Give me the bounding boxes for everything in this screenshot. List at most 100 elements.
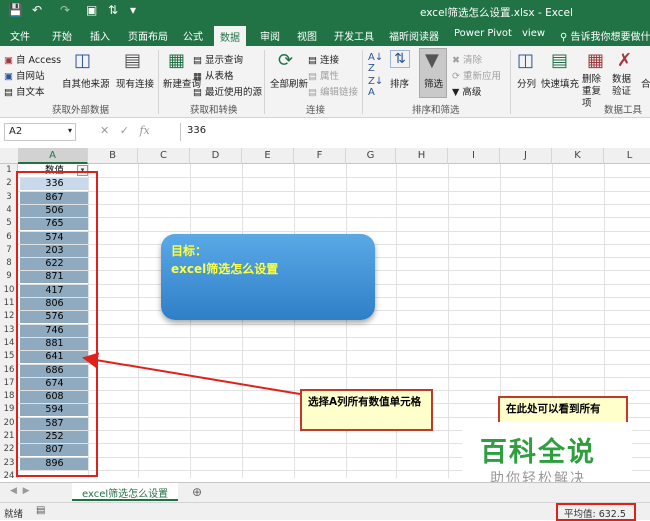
sheet-tab[interactable]: excel筛选怎么设置 [72, 483, 179, 501]
insert-function-icon[interactable]: fx [139, 124, 149, 137]
from-web-label: 自网站 [16, 71, 45, 82]
consolidate-button[interactable]: 合 [641, 76, 650, 90]
tab-home[interactable]: 开始 [52, 28, 72, 43]
tab-page-layout[interactable]: 页面布局 [128, 28, 168, 43]
from-table-label: 从表格 [205, 71, 234, 82]
advanced-filter-button[interactable]: ▼ 高级 [452, 84, 481, 98]
column-header-i[interactable]: I [448, 148, 500, 164]
status-bar: 就绪 ▤ 平均值: 632.5 [0, 502, 650, 521]
gridline-horizontal [18, 190, 650, 192]
title-bar: 💾 ↶ ↷ ▣ ⇅ ▾ excel筛选怎么设置.xlsx - Excel [0, 0, 650, 24]
chevron-down-icon: ▾ [67, 126, 72, 135]
advanced-filter-label: 高级 [462, 87, 482, 98]
sheet-nav-arrows[interactable]: ◀ ▶ [10, 486, 30, 496]
goal-callout: 目标： excel筛选怎么设置 [161, 234, 375, 320]
column-header-c[interactable]: C [138, 148, 190, 164]
data-validation-button[interactable]: 数据验证 [612, 74, 638, 98]
column-header-k[interactable]: K [552, 148, 604, 164]
tab-view-extra[interactable]: view [522, 28, 545, 39]
name-box[interactable]: A2 ▾ [4, 123, 76, 141]
from-access-label: 自 Access [16, 55, 62, 66]
tab-review[interactable]: 审阅 [260, 28, 280, 43]
from-access-button[interactable]: ▣ 自 Access [4, 52, 61, 66]
macro-record-icon[interactable]: ▤ [36, 505, 45, 516]
add-sheet-icon[interactable]: ⊕ [192, 485, 202, 499]
ribbon-tabs: 文件 开始 插入 页面布局 公式 数据 审阅 视图 开发工具 福昕阅读器 Pow… [0, 24, 650, 46]
ribbon-separator [362, 50, 363, 114]
from-table-icon: ▦ [193, 71, 202, 82]
tab-view[interactable]: 视图 [297, 28, 317, 43]
clear-filter-button[interactable]: ✖ 清除 [452, 52, 482, 66]
remove-duplicates-icon: ▦ [587, 50, 605, 71]
existing-connections-button[interactable]: 现有连接 [116, 76, 154, 90]
enter-icon[interactable]: ✓ [120, 124, 129, 137]
formula-bar: A2 ▾ ✕ ✓ fx 336 [0, 120, 650, 144]
reapply-button[interactable]: ⟳ 重新应用 [452, 68, 501, 82]
undo-icon[interactable]: ↶ [32, 3, 42, 17]
gridline-horizontal [18, 230, 650, 232]
save-icon[interactable]: 💾 [8, 3, 23, 17]
tab-file[interactable]: 文件 [10, 28, 30, 43]
edit-links-button[interactable]: ▤ 编辑链接 [308, 84, 358, 98]
column-header-f[interactable]: F [294, 148, 346, 164]
tab-developer[interactable]: 开发工具 [334, 28, 374, 43]
print-preview-icon[interactable]: ▣ [86, 3, 97, 17]
tab-foxit-reader[interactable]: 福昕阅读器 [389, 28, 439, 43]
column-headers: ABCDEFGHIJKL [0, 148, 650, 164]
clear-filter-label: 清除 [463, 55, 483, 66]
data-validation-icon: ✗ [617, 50, 633, 71]
recent-sources-button[interactable]: ▤ 最近使用的源 [193, 84, 262, 98]
ribbon-separator [510, 50, 511, 114]
column-header-l[interactable]: L [604, 148, 650, 164]
properties-button[interactable]: ▤ 属性 [308, 68, 339, 82]
text-to-columns-button[interactable]: 分列 [517, 76, 536, 90]
from-table-button[interactable]: ▦ 从表格 [193, 68, 234, 82]
sort-button[interactable]: 排序 [390, 76, 409, 90]
lightbulb-icon: ⚲ [560, 32, 568, 43]
tab-data[interactable]: 数据 [214, 26, 246, 46]
sort-descending-icon[interactable]: Z↓ A [368, 76, 383, 98]
from-web-button[interactable]: ▣ 自网站 [4, 68, 45, 82]
column-header-g[interactable]: G [346, 148, 396, 164]
customize-toolbar-icon[interactable]: ▾ [130, 3, 136, 17]
flash-fill-icon: ▤ [551, 50, 569, 71]
edit-links-icon: ▤ [308, 87, 317, 98]
goal-title: 目标： [171, 244, 208, 258]
sort-icon[interactable]: ⇅ [108, 3, 118, 17]
flash-fill-button[interactable]: 快速填充 [541, 76, 579, 90]
tab-power-pivot[interactable]: Power Pivot [454, 28, 512, 39]
column-header-a[interactable]: A [18, 148, 88, 164]
redo-icon[interactable]: ↷ [60, 3, 70, 17]
column-header-d[interactable]: D [190, 148, 242, 164]
gridline-horizontal [18, 363, 650, 365]
ribbon-separator [264, 50, 265, 114]
reapply-label: 重新应用 [463, 71, 502, 82]
tell-me-search[interactable]: ⚲ 告诉我你想要做什么 [560, 28, 650, 43]
show-queries-button[interactable]: ▤ 显示查询 [193, 52, 243, 66]
tab-insert[interactable]: 插入 [90, 28, 110, 43]
gridline-horizontal [18, 376, 650, 378]
gridline-horizontal [18, 177, 650, 179]
status-ready: 就绪 [4, 509, 24, 520]
sort-ascending-icon[interactable]: A↓ Z [368, 52, 383, 74]
web-icon: ▣ [4, 71, 13, 82]
column-header-j[interactable]: J [500, 148, 552, 164]
column-header-b[interactable]: B [88, 148, 138, 164]
refresh-all-button[interactable]: 全部刷新 [270, 76, 308, 90]
show-queries-icon: ▤ [193, 55, 202, 66]
formula-input[interactable]: 336 [180, 123, 646, 141]
gridline-horizontal [18, 323, 650, 325]
cancel-icon[interactable]: ✕ [100, 124, 109, 137]
filter-button[interactable]: 筛选 [424, 76, 443, 90]
group-label-get-external: 获取外部数据 [52, 105, 110, 116]
from-text-button[interactable]: ▤ 自文本 [4, 84, 45, 98]
tab-formulas[interactable]: 公式 [183, 28, 203, 43]
column-header-e[interactable]: E [242, 148, 294, 164]
from-other-sources-button[interactable]: 自其他来源 [62, 76, 110, 90]
gridline-horizontal [18, 217, 650, 219]
column-header-h[interactable]: H [396, 148, 448, 164]
group-label-transform: 获取和转换 [190, 105, 238, 116]
reapply-icon: ⟳ [452, 71, 460, 82]
formula-buttons: ✕ ✓ fx [100, 124, 150, 137]
connections-button[interactable]: ▤ 连接 [308, 52, 339, 66]
